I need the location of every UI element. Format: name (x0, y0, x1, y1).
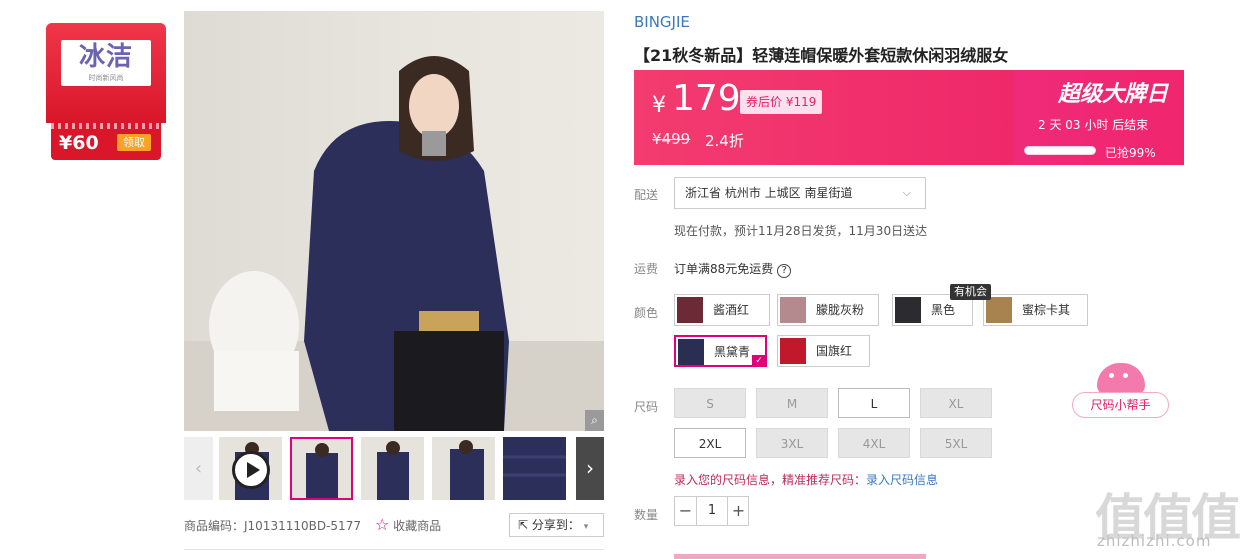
color-label: 颜色 (634, 306, 659, 320)
coupon-amount: ¥60 (59, 132, 99, 154)
color-option[interactable]: 蜜棕卡其 (983, 294, 1088, 326)
color-swatch (895, 297, 921, 323)
share-icon: ⇱ (518, 518, 529, 532)
caret-down-icon: ▾ (583, 522, 589, 532)
color-swatch (677, 297, 703, 323)
chevron-right-icon[interactable]: › (576, 437, 604, 500)
sku-code: 商品编码：J10131110BD-5177 (184, 519, 361, 533)
plus-button[interactable]: + (727, 497, 749, 525)
buy-button[interactable] (674, 554, 926, 559)
current-price: 179 (672, 78, 741, 119)
discount-rate: 2.4折 (705, 132, 744, 150)
chevron-down-icon: ⌵ (902, 186, 911, 199)
promo-banner: 超级大牌日 2 天 03 小时 后结束 已抢99% (1014, 70, 1184, 165)
coupon-footer: ¥60 领取 (51, 123, 161, 160)
fee-info: 订单满88元免运费? (674, 260, 792, 278)
shipping-location: 浙江省 杭州市 上城区 南星街道 (685, 186, 853, 200)
quantity-label: 数量 (634, 508, 659, 522)
promo-countdown: 2 天 03 小时 后结束 (1038, 118, 1149, 132)
color-option-label: 黑黛青 (714, 345, 751, 359)
size-option[interactable]: 4XL (838, 428, 910, 458)
shipping-label: 配送 (634, 188, 659, 202)
stock-tooltip: 有机会 (950, 284, 991, 300)
favorite-label: 收藏商品 (393, 519, 442, 533)
brand-logo: 冰洁 时尚新风尚 (61, 40, 151, 86)
color-option-label: 国旗红 (816, 344, 853, 358)
color-option[interactable]: 朦胧灰粉 (777, 294, 879, 326)
size-option[interactable]: M (756, 388, 828, 418)
size-option[interactable]: 2XL (674, 428, 746, 458)
fee-label: 运费 (634, 262, 659, 276)
size-option[interactable]: XL (920, 388, 992, 418)
sold-progress-bar (1024, 146, 1096, 155)
promo-title: 超级大牌日 (1058, 82, 1169, 107)
minus-button[interactable]: − (675, 497, 697, 525)
mascot-icon (1097, 363, 1145, 395)
size-option[interactable]: L (838, 388, 910, 418)
store-coupon[interactable]: 冰洁 时尚新风尚 ¥60 领取 (46, 23, 166, 160)
play-icon[interactable] (232, 451, 270, 489)
color-option[interactable]: 黑黛青 (674, 335, 767, 367)
size-option[interactable]: S (674, 388, 746, 418)
logo-tagline: 时尚新风尚 (88, 74, 124, 82)
color-swatch (986, 297, 1012, 323)
size-recommend: 录入您的尺码信息，精准推荐尺码：录入尺码信息 (674, 471, 938, 488)
original-price: ¥499 (652, 130, 691, 148)
watermark-url: zhizhizhi.com (1097, 532, 1212, 550)
color-option-label: 酱酒红 (713, 303, 750, 317)
quantity-stepper[interactable]: − 1 + (674, 496, 749, 526)
size-option[interactable]: 5XL (920, 428, 992, 458)
favorite-button[interactable]: ☆ 收藏商品 (375, 515, 441, 534)
price-panel: ¥ 179 券后价 ¥119 ¥499 2.4折 超级大牌日 2 天 03 小时… (634, 70, 1184, 165)
gallery-thumb[interactable] (290, 437, 353, 500)
coupon-price-badge: 券后价 ¥119 (740, 90, 823, 114)
color-swatch (780, 297, 806, 323)
help-icon[interactable]: ? (777, 264, 792, 278)
color-swatch (678, 339, 704, 365)
delivery-estimate: 现在付款，预计11月28日发货，11月30日送达 (674, 224, 928, 238)
gallery-thumb[interactable] (503, 437, 566, 500)
color-swatch (780, 338, 806, 364)
magnifier-icon[interactable]: ⌕ (585, 410, 604, 431)
color-option-label: 朦胧灰粉 (816, 303, 865, 317)
product-title: 【21秋冬新品】轻薄连帽保暖外套短款休闲羽绒服女 (634, 46, 1009, 65)
star-icon: ☆ (375, 515, 390, 534)
divider (184, 549, 604, 550)
currency-symbol: ¥ (652, 93, 666, 118)
color-option[interactable]: 酱酒红 (674, 294, 770, 326)
enter-size-link[interactable]: 录入尺码信息 (866, 473, 938, 487)
color-option-label: 蜜棕卡其 (1022, 303, 1071, 317)
model-photo (184, 56, 604, 431)
logo-text: 冰洁 (78, 42, 133, 72)
gallery-thumb[interactable] (361, 437, 424, 500)
chevron-left-icon[interactable]: ‹ (184, 437, 213, 500)
share-label: 分享到： (531, 518, 580, 532)
brand-link[interactable]: BINGJIE (634, 13, 690, 31)
claim-coupon-button[interactable]: 领取 (117, 134, 151, 151)
quantity-input[interactable]: 1 (697, 497, 727, 525)
shipping-location-select[interactable]: 浙江省 杭州市 上城区 南星街道 ⌵ (674, 177, 926, 209)
sold-progress-fill (1025, 147, 1095, 154)
size-recommend-text: 录入您的尺码信息，精准推荐尺码： (674, 473, 867, 487)
size-option[interactable]: 3XL (756, 428, 828, 458)
share-dropdown[interactable]: ⇱ 分享到： ▾ (509, 513, 604, 537)
sold-percentage: 已抢99% (1105, 146, 1156, 160)
coupon-header: 冰洁 时尚新风尚 (46, 23, 166, 123)
gallery-thumb[interactable] (432, 437, 495, 500)
fee-text: 订单满88元免运费 (674, 262, 774, 276)
size-label: 尺码 (634, 400, 659, 414)
size-helper-button[interactable]: 尺码小帮手 (1072, 392, 1169, 418)
product-main-image[interactable] (184, 11, 604, 431)
color-option[interactable]: 国旗红 (777, 335, 870, 367)
